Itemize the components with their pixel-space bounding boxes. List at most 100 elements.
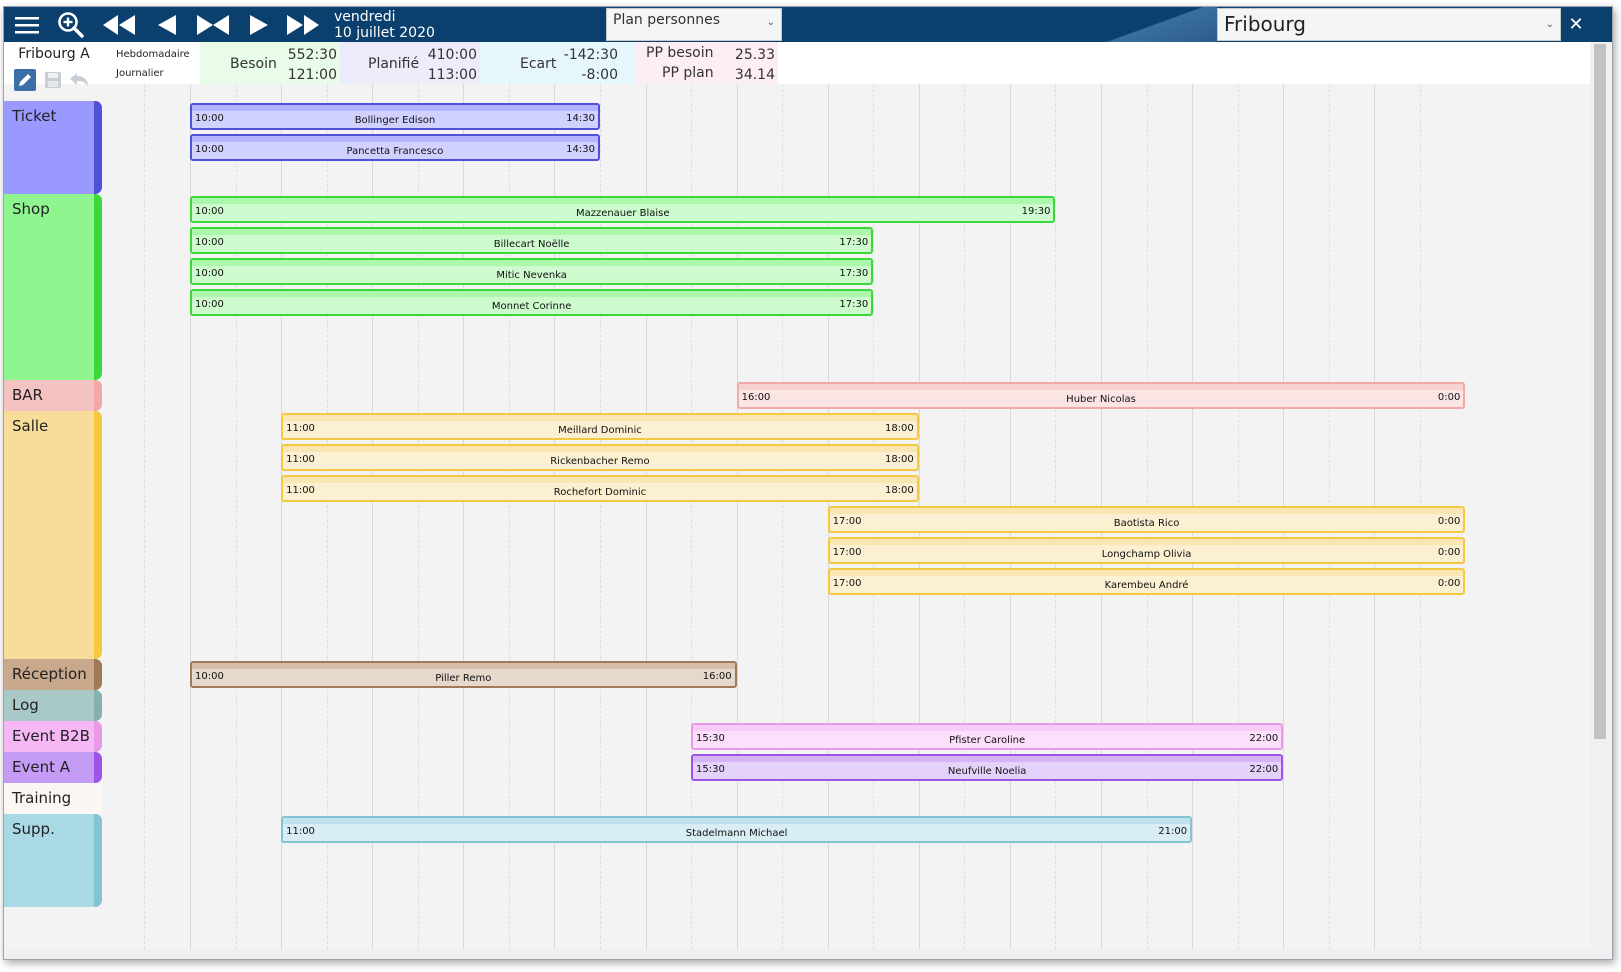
fast-forward-icon[interactable]: [284, 9, 322, 40]
shift-bar[interactable]: 17:00 Longchamp Olivia 0:00: [827, 537, 1466, 564]
shift-band: [283, 415, 917, 421]
department-color-edge: [94, 783, 102, 814]
shift-band: [283, 818, 1191, 824]
current-date: vendredi 10 juillet 2020: [334, 9, 435, 41]
shift-employee-name: Huber Nicolas: [1066, 394, 1136, 405]
shift-end-time: 21:00: [1158, 826, 1188, 837]
department-label[interactable]: Supp.: [4, 814, 102, 907]
department-label[interactable]: Log: [4, 690, 102, 721]
shift-end-time: 0:00: [1437, 392, 1461, 403]
department-color-edge: [94, 411, 102, 659]
planifie-block: Planifié 410:00 113:00: [340, 42, 480, 84]
next-icon[interactable]: [240, 9, 278, 40]
department-label[interactable]: Shop: [4, 194, 102, 380]
period-weekly[interactable]: Hebdomadaire: [116, 49, 190, 60]
shift-bar[interactable]: 17:00 Karembeu André 0:00: [827, 568, 1466, 595]
plan-type-select[interactable]: Plan personnes ⌄: [606, 8, 782, 41]
shift-end-time: 18:00: [884, 423, 914, 434]
department-color-edge: [94, 690, 102, 721]
scrollbar-thumb[interactable]: [1594, 44, 1606, 739]
vertical-scrollbar[interactable]: [1590, 42, 1612, 959]
shift-end-time: 14:30: [566, 144, 595, 155]
shift-band: [192, 260, 872, 266]
pp-plan-value: 34.14: [734, 67, 775, 83]
planifie-weekly: 410:00: [427, 47, 477, 63]
department-color-edge: [94, 752, 102, 783]
pp-plan-label: PP plan: [662, 65, 714, 81]
chevron-down-icon: ⌄: [766, 17, 775, 28]
department-label[interactable]: BAR: [4, 380, 102, 411]
department-label[interactable]: Training: [4, 783, 102, 814]
shift-band: [829, 508, 1464, 514]
fast-backward-icon[interactable]: [100, 9, 138, 40]
shift-end-time: 22:00: [1249, 733, 1279, 744]
shift-bar[interactable]: 10:00 Pancetta Francesco 14:30: [190, 134, 600, 161]
department-name: Event B2B: [12, 727, 90, 745]
planifie-daily: 113:00: [427, 67, 477, 83]
close-icon[interactable]: ✕: [1561, 7, 1591, 42]
shift-bar[interactable]: 10:00 Bollinger Edison 14:30: [190, 103, 600, 130]
shift-end-time: 0:00: [1437, 516, 1461, 527]
department-label[interactable]: Ticket: [4, 101, 102, 194]
team-name: Fribourg A: [18, 46, 90, 62]
department-color-edge: [94, 814, 102, 907]
department-label[interactable]: Event B2B: [4, 721, 102, 752]
pp-block: PP besoin PP plan 25.33 34.14: [636, 42, 778, 84]
shift-end-time: 14:30: [566, 113, 595, 124]
department-name: Réception: [12, 665, 87, 683]
shift-bar[interactable]: 16:00 Huber Nicolas 0:00: [736, 382, 1466, 409]
shift-bar[interactable]: 15:30 Neufville Noelia 22:00: [691, 754, 1284, 781]
period-daily[interactable]: Journalier: [116, 68, 164, 79]
department-name: Event A: [12, 758, 71, 776]
menu-icon[interactable]: [8, 9, 46, 40]
shift-end-time: 18:00: [884, 454, 914, 465]
planning-grid[interactable]: Ticket Shop BAR Salle Réception Log Event B2B E…: [4, 84, 1590, 949]
shift-bar[interactable]: 10:00 Billecart Noëlle 17:30: [190, 227, 874, 254]
department-name: BAR: [12, 386, 43, 404]
shift-bar[interactable]: 10:00 Mitic Nevenka 17:30: [190, 258, 874, 285]
shift-bar[interactable]: 10:00 Monnet Corinne 17:30: [190, 289, 874, 316]
shift-band: [192, 291, 872, 297]
besoin-weekly: 552:30: [287, 47, 337, 63]
department-name: Salle: [12, 417, 49, 435]
department-label[interactable]: Salle: [4, 411, 102, 659]
ecart-daily: -8:00: [581, 67, 619, 83]
shift-employee-name: Baotista Rico: [1113, 518, 1180, 529]
department-label[interactable]: Réception: [4, 659, 102, 690]
shift-bar[interactable]: 17:00 Baotista Rico 0:00: [827, 506, 1466, 533]
shift-employee-name: Bollinger Edison: [354, 115, 436, 126]
day-name: vendredi: [334, 9, 396, 25]
toolbar-decoration: [1097, 7, 1217, 42]
shift-bar[interactable]: 11:00 Rickenbacher Remo 18:00: [281, 444, 919, 471]
shift-band: [738, 384, 1464, 390]
shift-employee-name: Billecart Noëlle: [493, 239, 570, 250]
previous-icon[interactable]: [148, 9, 186, 40]
shift-employee-name: Longchamp Olivia: [1101, 549, 1192, 560]
shift-band: [693, 725, 1282, 731]
shift-bar[interactable]: 10:00 Piller Remo 16:00: [190, 661, 737, 688]
shift-end-time: 17:30: [839, 299, 869, 310]
shift-band: [192, 136, 598, 142]
department-color-edge: [94, 721, 102, 752]
shift-end-time: 0:00: [1437, 547, 1461, 558]
today-icon[interactable]: [194, 9, 232, 40]
zoom-in-icon[interactable]: [52, 9, 90, 40]
ecart-block: Ecart -142:30 -8:00: [480, 42, 636, 84]
shift-bar[interactable]: 11:00 Meillard Dominic 18:00: [281, 413, 919, 440]
location-select[interactable]: Fribourg ⌄: [1217, 8, 1561, 41]
shift-employee-name: Monnet Corinne: [491, 301, 572, 312]
horizontal-scrollbar[interactable]: [4, 949, 1590, 959]
shift-band: [283, 477, 917, 483]
shift-bar[interactable]: 11:00 Stadelmann Michael 21:00: [281, 816, 1193, 843]
department-color-edge: [94, 101, 102, 194]
shift-bar[interactable]: 10:00 Mazzenauer Blaise 19:30: [190, 196, 1056, 223]
shift-bar[interactable]: 15:30 Pfister Caroline 22:00: [691, 723, 1284, 750]
shift-employee-name: Rochefort Dominic: [553, 487, 647, 498]
shift-band: [283, 446, 917, 452]
shift-employee-name: Piller Remo: [435, 673, 492, 684]
shift-employee-name: Rickenbacher Remo: [550, 456, 650, 467]
shift-bar[interactable]: 11:00 Rochefort Dominic 18:00: [281, 475, 919, 502]
department-label[interactable]: Event A: [4, 752, 102, 783]
shift-band: [829, 570, 1464, 576]
shift-end-time: 18:00: [884, 485, 914, 496]
